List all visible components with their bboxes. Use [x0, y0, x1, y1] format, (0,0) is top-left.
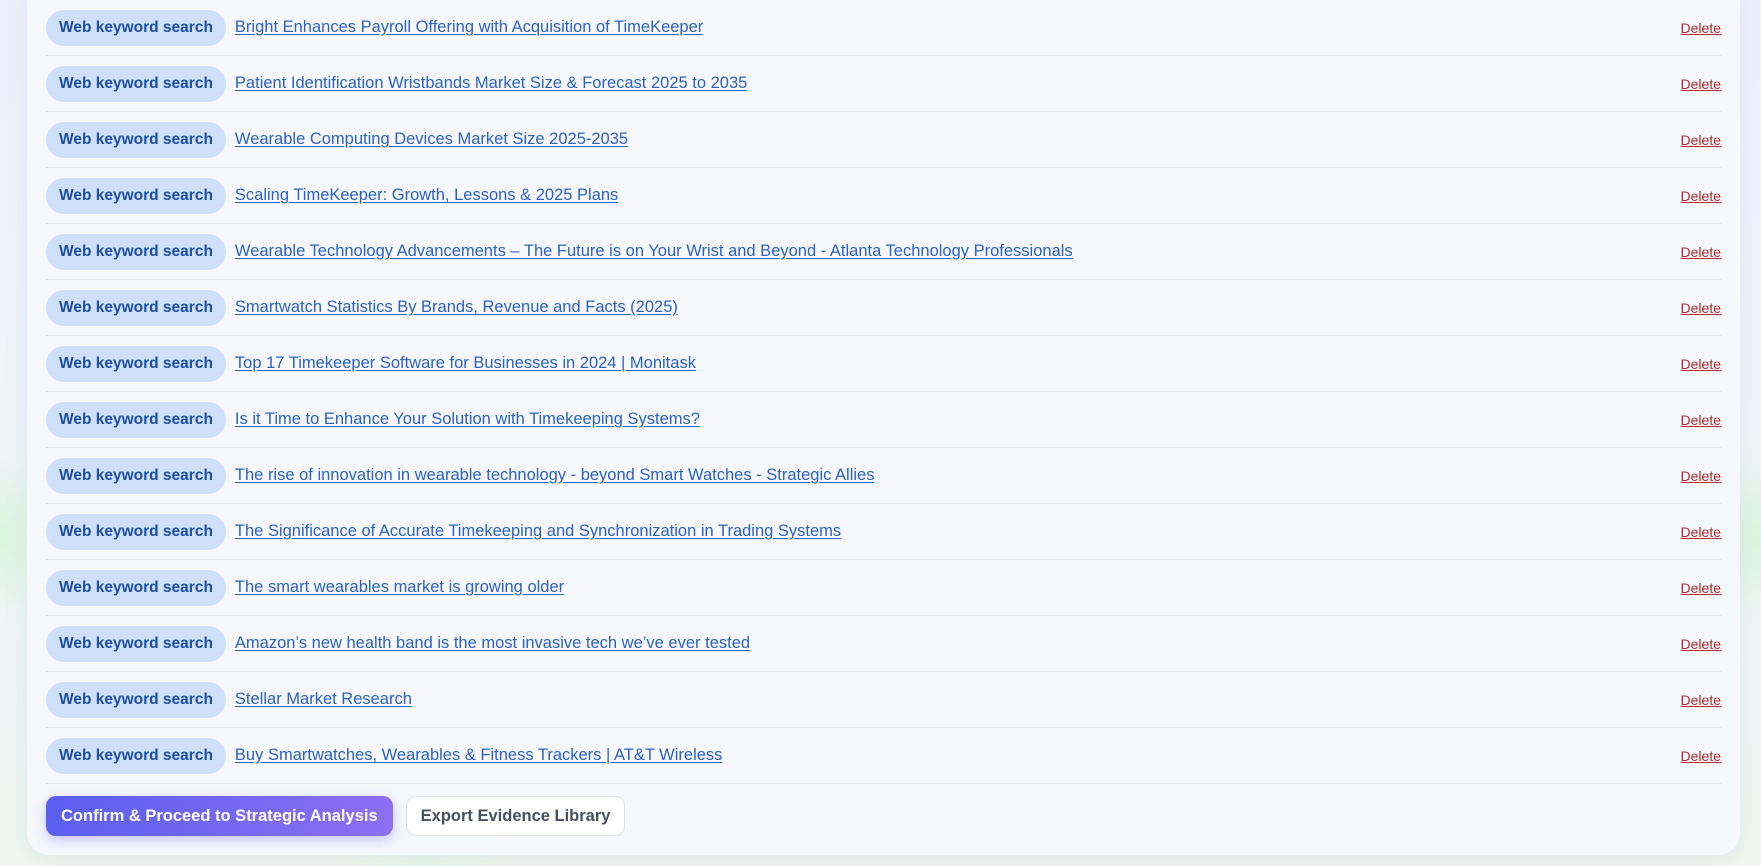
delete-button[interactable]: Delete [1681, 692, 1721, 708]
delete-button[interactable]: Delete [1681, 300, 1721, 316]
source-type-badge: Web keyword search [46, 737, 226, 774]
source-type-badge: Web keyword search [46, 401, 226, 438]
evidence-row: Web keyword search Patient Identificatio… [46, 56, 1721, 112]
delete-button[interactable]: Delete [1681, 20, 1721, 36]
evidence-title-link[interactable]: Patient Identification Wristbands Market… [235, 74, 747, 93]
delete-button[interactable]: Delete [1681, 468, 1721, 484]
source-type-badge: Web keyword search [46, 65, 226, 102]
delete-button[interactable]: Delete [1681, 636, 1721, 652]
evidence-title-link[interactable]: Stellar Market Research [235, 690, 412, 709]
source-type-badge: Web keyword search [46, 681, 226, 718]
delete-button[interactable]: Delete [1681, 132, 1721, 148]
source-type-badge: Web keyword search [46, 345, 226, 382]
evidence-row: Web keyword search Top 17 Timekeeper Sof… [46, 336, 1721, 392]
evidence-row: Web keyword search The Significance of A… [46, 504, 1721, 560]
source-type-badge: Web keyword search [46, 121, 226, 158]
evidence-title-link[interactable]: Bright Enhances Payroll Offering with Ac… [235, 18, 703, 37]
evidence-title-link[interactable]: The smart wearables market is growing ol… [235, 578, 564, 597]
evidence-title-link[interactable]: Top 17 Timekeeper Software for Businesse… [235, 354, 696, 373]
source-type-badge: Web keyword search [46, 457, 226, 494]
action-bar: Confirm & Proceed to Strategic Analysis … [46, 796, 626, 836]
evidence-title-link[interactable]: The rise of innovation in wearable techn… [235, 466, 875, 485]
evidence-title-link[interactable]: Wearable Technology Advancements – The F… [235, 242, 1073, 261]
evidence-title-link[interactable]: Amazon’s new health band is the most inv… [235, 634, 750, 653]
evidence-title-link[interactable]: Smartwatch Statistics By Brands, Revenue… [235, 298, 678, 317]
confirm-proceed-button[interactable]: Confirm & Proceed to Strategic Analysis [46, 796, 393, 836]
evidence-row: Web keyword search Smartwatch Statistics… [46, 280, 1721, 336]
evidence-row: Web keyword search Scaling TimeKeeper: G… [46, 168, 1721, 224]
delete-button[interactable]: Delete [1681, 748, 1721, 764]
source-type-badge: Web keyword search [46, 9, 226, 46]
source-type-badge: Web keyword search [46, 569, 226, 606]
source-type-badge: Web keyword search [46, 513, 226, 550]
evidence-row: Web keyword search Bright Enhances Payro… [46, 0, 1721, 56]
source-type-badge: Web keyword search [46, 289, 226, 326]
source-type-badge: Web keyword search [46, 625, 226, 662]
evidence-title-link[interactable]: Is it Time to Enhance Your Solution with… [235, 410, 700, 429]
evidence-title-link[interactable]: The Significance of Accurate Timekeeping… [235, 522, 841, 541]
source-type-badge: Web keyword search [46, 177, 226, 214]
evidence-row: Web keyword search Wearable Technology A… [46, 224, 1721, 280]
delete-button[interactable]: Delete [1681, 412, 1721, 428]
evidence-row: Web keyword search The smart wearables m… [46, 560, 1721, 616]
delete-button[interactable]: Delete [1681, 580, 1721, 596]
evidence-list: Web keyword search Bright Enhances Payro… [46, 0, 1721, 784]
export-evidence-button[interactable]: Export Evidence Library [405, 796, 626, 836]
evidence-row: Web keyword search Buy Smartwatches, Wea… [46, 728, 1721, 784]
delete-button[interactable]: Delete [1681, 244, 1721, 260]
source-type-badge: Web keyword search [46, 233, 226, 270]
delete-button[interactable]: Delete [1681, 76, 1721, 92]
evidence-row: Web keyword search Is it Time to Enhance… [46, 392, 1721, 448]
evidence-row: Web keyword search Amazon’s new health b… [46, 616, 1721, 672]
evidence-row: Web keyword search The rise of innovatio… [46, 448, 1721, 504]
evidence-title-link[interactable]: Buy Smartwatches, Wearables & Fitness Tr… [235, 746, 723, 765]
delete-button[interactable]: Delete [1681, 524, 1721, 540]
evidence-title-link[interactable]: Scaling TimeKeeper: Growth, Lessons & 20… [235, 186, 618, 205]
evidence-row: Web keyword search Stellar Market Resear… [46, 672, 1721, 728]
evidence-row: Web keyword search Wearable Computing De… [46, 112, 1721, 168]
delete-button[interactable]: Delete [1681, 188, 1721, 204]
delete-button[interactable]: Delete [1681, 356, 1721, 372]
evidence-title-link[interactable]: Wearable Computing Devices Market Size 2… [235, 130, 628, 149]
